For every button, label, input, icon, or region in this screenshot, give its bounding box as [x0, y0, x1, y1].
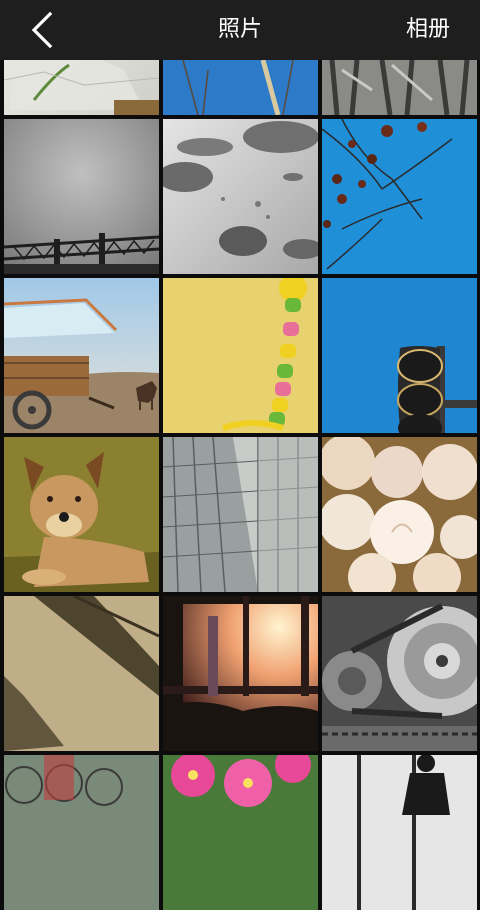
photo-thumbnail-white-roses[interactable] — [322, 437, 477, 592]
photo-grid — [0, 0, 480, 910]
photo-thumbnail-dog-on-grass[interactable] — [4, 437, 159, 592]
photo-thumbnail-persimmon-branch[interactable] — [322, 119, 477, 274]
photo-thumbnail-pink-flowers[interactable] — [163, 755, 318, 910]
photo-thumbnail-bicycles[interactable] — [4, 755, 159, 910]
photo-thumbnail-wall-shadow[interactable] — [4, 596, 159, 751]
back-button[interactable] — [22, 8, 66, 52]
photo-thumbnail-glass-building[interactable] — [163, 437, 318, 592]
photo-thumbnail-traffic-light[interactable] — [322, 278, 477, 433]
photo-thumbnail-cart-and-horse[interactable] — [4, 278, 159, 433]
photo-thumbnail-silhouette-figure[interactable] — [322, 755, 477, 910]
photo-thumbnail-sunset-window[interactable] — [163, 596, 318, 751]
photo-thumbnail-machine-gears[interactable] — [322, 596, 477, 751]
top-bar: 照片 相册 — [0, 0, 480, 60]
albums-button[interactable]: 相册 — [406, 16, 450, 44]
photo-thumbnail-water-drops[interactable] — [163, 119, 318, 274]
photo-thumbnail-bead-toy[interactable] — [163, 278, 318, 433]
chevron-left-icon — [31, 11, 53, 49]
photo-thumbnail-crane-structure[interactable] — [4, 119, 159, 274]
